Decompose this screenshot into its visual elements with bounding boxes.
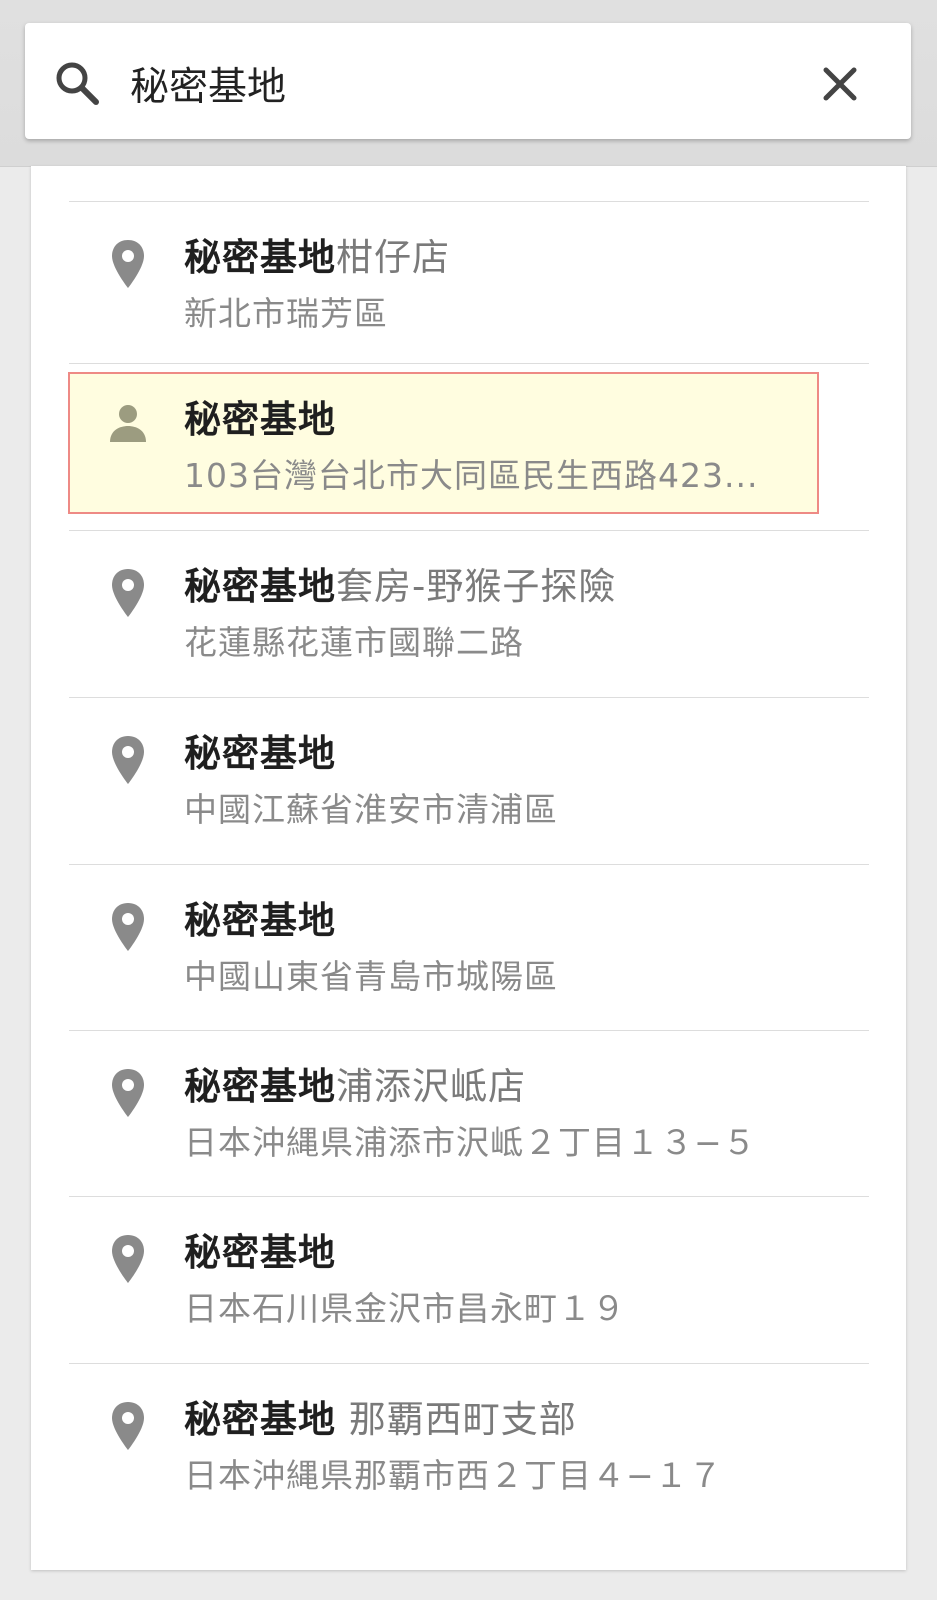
map-pin-icon bbox=[112, 569, 144, 617]
result-title: 秘密基地套房-野猴子探險 bbox=[184, 565, 617, 608]
map-pin-icon bbox=[112, 240, 144, 288]
result-item[interactable]: 秘密基地套房-野猴子探險 花蓮縣花蓮市國聯二路 bbox=[31, 531, 906, 701]
result-address: 中國山東省青島市城陽區 bbox=[184, 957, 558, 996]
result-title: 秘密基地 bbox=[184, 398, 336, 441]
result-item-highlighted[interactable]: 秘密基地 103台灣台北市大同區民生西路423... bbox=[31, 364, 906, 534]
map-pin-icon bbox=[112, 736, 144, 784]
result-item[interactable]: 秘密基地 中國江蘇省淮安市清浦區 bbox=[31, 698, 906, 868]
search-icon[interactable] bbox=[52, 58, 104, 110]
result-address: 花蓮縣花蓮市國聯二路 bbox=[184, 623, 524, 662]
close-icon[interactable] bbox=[812, 58, 868, 110]
result-item[interactable]: 秘密基地 那覇西町支部 日本沖縄県那覇市西２丁目４−１７ bbox=[31, 1364, 906, 1534]
search-results-list: 秘密基地柑仔店 新北市瑞芳區 秘密基地 103台灣台北市大同區民生西路423..… bbox=[31, 166, 906, 1570]
result-title: 秘密基地 bbox=[184, 732, 336, 775]
person-icon bbox=[110, 405, 146, 442]
search-input[interactable] bbox=[130, 56, 770, 112]
map-pin-icon bbox=[112, 1069, 144, 1117]
result-item[interactable]: 秘密基地 中國山東省青島市城陽區 bbox=[31, 865, 906, 1035]
result-title: 秘密基地柑仔店 bbox=[184, 236, 450, 279]
map-pin-icon bbox=[112, 1235, 144, 1283]
result-item[interactable]: 秘密基地柑仔店 新北市瑞芳區 bbox=[31, 202, 906, 372]
result-item[interactable]: 秘密基地 日本石川県金沢市昌永町１９ bbox=[31, 1197, 906, 1367]
result-address: 日本沖縄県浦添市沢岻２丁目１３−５ bbox=[184, 1123, 757, 1162]
result-title: 秘密基地 bbox=[184, 899, 336, 942]
result-address: 日本沖縄県那覇市西２丁目４−１７ bbox=[184, 1456, 723, 1495]
result-title: 秘密基地 那覇西町支部 bbox=[184, 1398, 577, 1441]
result-item[interactable]: 秘密基地浦添沢岻店 日本沖縄県浦添市沢岻２丁目１３−５ bbox=[31, 1031, 906, 1201]
result-title: 秘密基地 bbox=[184, 1231, 336, 1274]
map-pin-icon bbox=[112, 903, 144, 951]
result-address: 新北市瑞芳區 bbox=[184, 294, 388, 333]
result-address: 日本石川県金沢市昌永町１９ bbox=[184, 1289, 626, 1328]
result-title: 秘密基地浦添沢岻店 bbox=[184, 1065, 526, 1108]
result-address: 103台灣台北市大同區民生西路423... bbox=[184, 456, 759, 495]
map-pin-icon bbox=[112, 1402, 144, 1450]
result-address: 中國江蘇省淮安市清浦區 bbox=[184, 790, 558, 829]
